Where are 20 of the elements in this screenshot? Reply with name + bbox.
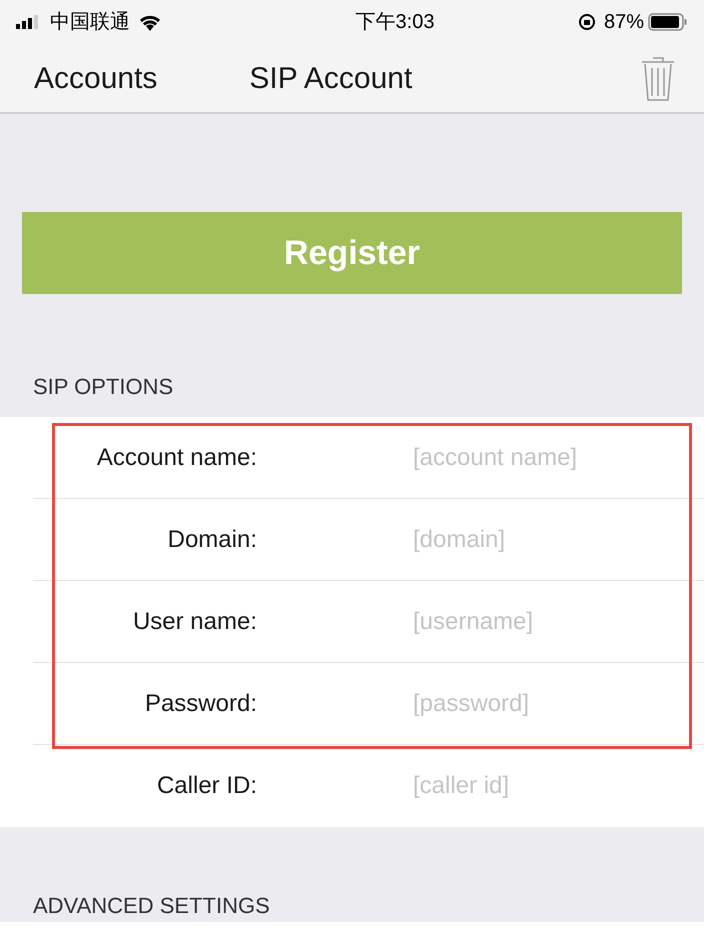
section-header: ADVANCED SETTINGS: [33, 893, 270, 918]
section-header: SIP OPTIONS: [33, 374, 174, 399]
nav-title: SIP Account: [249, 60, 412, 96]
clock-time: 下午3:03: [356, 10, 434, 35]
input-field[interactable]: [caller id]: [413, 768, 688, 804]
field-label: Password:: [144, 688, 257, 718]
input-field[interactable]: [username]: [413, 604, 688, 640]
battery-percent: 87%: [604, 10, 644, 35]
input-field[interactable]: [password]: [413, 686, 688, 722]
field-label: Account name:: [96, 442, 257, 472]
wifi-icon: [138, 13, 162, 31]
input-field[interactable]: [domain]: [413, 522, 688, 558]
carrier-name: 中国联通: [50, 10, 130, 35]
rotation-lock-icon: [578, 13, 596, 31]
field-label: Domain:: [166, 524, 257, 554]
field-label: User name:: [132, 606, 257, 636]
battery-icon: [648, 13, 688, 31]
field-label: Caller ID:: [156, 771, 257, 801]
input-field[interactable]: [account name]: [413, 440, 688, 476]
back-button[interactable]: Accounts: [34, 56, 158, 100]
